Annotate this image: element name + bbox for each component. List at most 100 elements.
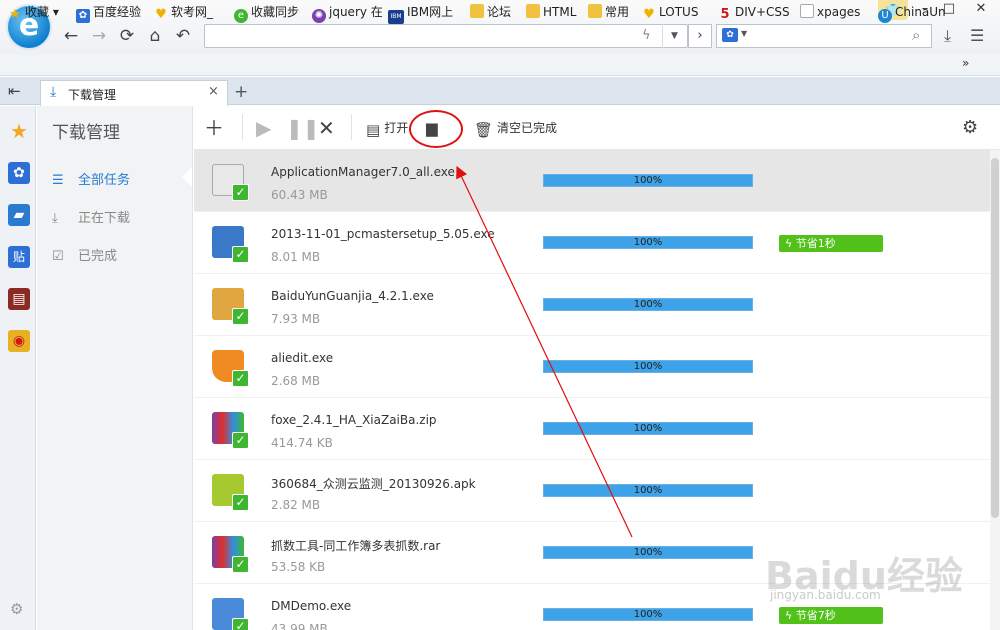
bookmark-item[interactable]: xpages bbox=[800, 3, 860, 21]
tab-title: 下载管理 bbox=[68, 88, 117, 102]
book-icon[interactable]: ▤ bbox=[8, 288, 30, 310]
settings-icon[interactable]: ⚙ bbox=[10, 600, 23, 618]
folder-icon bbox=[470, 4, 484, 18]
progress-text: 100% bbox=[633, 547, 663, 558]
progress-bar: 100% bbox=[543, 484, 753, 497]
nav-completed[interactable]: ☑ 已完成 bbox=[52, 245, 117, 264]
download-row[interactable]: ✓ ApplicationManager7.0_all.exe 60.43 MB 10… bbox=[194, 150, 990, 212]
scrollbar-thumb[interactable] bbox=[991, 158, 999, 518]
page-icon bbox=[800, 4, 814, 18]
progress-text: 100% bbox=[633, 423, 663, 434]
divider bbox=[351, 114, 352, 140]
page-title: 下载管理 bbox=[52, 123, 120, 143]
undo-icon[interactable]: ↶ bbox=[172, 25, 194, 47]
file-name: BaiduYunGuanjia_4.2.1.exe bbox=[271, 289, 434, 303]
download-icon[interactable]: ⤓ bbox=[944, 26, 951, 46]
close-window-icon[interactable]: ✕ bbox=[970, 0, 992, 20]
nav-all-tasks[interactable]: ☰ 全部任务 bbox=[52, 169, 130, 188]
folder-icon bbox=[526, 4, 540, 18]
check-icon: ✓ bbox=[232, 184, 249, 201]
search-icon[interactable]: ⌕ bbox=[912, 26, 920, 44]
progress-bar: 100% bbox=[543, 608, 753, 621]
search-input[interactable] bbox=[716, 24, 932, 48]
pause-icon[interactable]: ❚❚ bbox=[286, 116, 320, 140]
delete-icon[interactable]: ✕ bbox=[318, 116, 335, 140]
file-size: 7.93 MB bbox=[271, 312, 321, 326]
download-row[interactable]: ✓ 2013-11-01_pcmastersetup_5.05.exe 8.01 M… bbox=[194, 212, 990, 274]
baidu-icon[interactable]: ✿ bbox=[8, 162, 30, 184]
search-engine-dropdown-icon[interactable]: ▼ bbox=[741, 29, 747, 38]
photo-icon[interactable]: ▰ bbox=[8, 204, 30, 226]
lightning-icon[interactable]: ϟ bbox=[642, 28, 651, 43]
check-icon: ✓ bbox=[232, 308, 249, 325]
bookmark-item[interactable]: e 收藏同步 bbox=[234, 3, 299, 23]
file-name: 2013-11-01_pcmastersetup_5.05.exe bbox=[271, 227, 495, 241]
document-icon: ▤ bbox=[366, 121, 381, 139]
go-icon[interactable]: › bbox=[688, 24, 712, 48]
refresh-icon[interactable]: ⟳ bbox=[116, 25, 138, 47]
back-icon[interactable]: ← bbox=[60, 25, 82, 47]
bookmark-folder[interactable]: HTML bbox=[526, 3, 576, 21]
bookmark-item[interactable]: ✿ 百度经验 bbox=[76, 3, 141, 23]
sidebar-toggle-icon[interactable]: ⇤ bbox=[8, 82, 21, 100]
download-row[interactable]: ✓ aliedit.exe 2.68 MB 100% bbox=[194, 336, 990, 398]
download-row[interactable]: ✓ 360684_众测云监测_20130926.apk 2.82 MB 100% bbox=[194, 460, 990, 522]
lightning-icon: ϟ bbox=[785, 609, 796, 622]
menu-icon[interactable]: ☰ bbox=[970, 26, 984, 45]
file-size: 8.01 MB bbox=[271, 250, 321, 264]
settings-icon[interactable]: ⚙ bbox=[962, 116, 978, 140]
bookmark-folder[interactable]: 常用 bbox=[588, 3, 629, 21]
bookmark-item[interactable]: U ChinaUn bbox=[878, 3, 946, 23]
checkbox-icon: ☑ bbox=[52, 249, 64, 264]
lightning-icon: ϟ bbox=[785, 237, 796, 250]
bookmark-item[interactable]: ♥ 软考网_ bbox=[154, 3, 213, 22]
trash-icon: 🗑 bbox=[474, 121, 494, 139]
progress-bar: 100% bbox=[543, 236, 753, 249]
search-engine-icon[interactable]: ✿ bbox=[722, 28, 738, 42]
forward-icon[interactable]: → bbox=[88, 25, 110, 47]
download-icon: ⤓ bbox=[52, 211, 58, 226]
bookmark-item[interactable]: ✺ jquery 在 bbox=[312, 3, 383, 23]
add-icon[interactable]: ＋ bbox=[204, 116, 224, 140]
bookmark-favorites[interactable]: ★ 收藏 ▾ bbox=[8, 3, 59, 22]
progress-text: 100% bbox=[633, 361, 663, 372]
progress-text: 100% bbox=[633, 175, 663, 186]
file-name: DMDemo.exe bbox=[271, 599, 352, 613]
tieba-icon[interactable]: 贴 bbox=[8, 246, 30, 268]
progress-text: 100% bbox=[633, 299, 663, 310]
clear-completed-button[interactable]: 🗑 清空已完成 bbox=[474, 116, 557, 140]
open-file-button[interactable]: ▤ 打开 bbox=[366, 116, 408, 140]
close-tab-icon[interactable]: × bbox=[208, 84, 219, 99]
star-icon: ★ bbox=[9, 7, 21, 22]
folder-icon bbox=[588, 4, 602, 18]
file-name: ApplicationManager7.0_all.exe bbox=[271, 165, 455, 179]
download-row[interactable]: ✓ BaiduYunGuanjia_4.2.1.exe 7.93 MB 100% bbox=[194, 274, 990, 336]
check-icon: ✓ bbox=[232, 432, 249, 449]
file-name: 360684_众测云监测_20130926.apk bbox=[271, 477, 476, 491]
play-icon[interactable]: ▶ bbox=[256, 116, 271, 140]
check-icon: ✓ bbox=[232, 370, 249, 387]
download-row[interactable]: ✓ foxe_2.4.1_HA_XiaZaiBa.zip 414.74 KB 100% bbox=[194, 398, 990, 460]
address-bar[interactable] bbox=[204, 24, 688, 48]
file-name: foxe_2.4.1_HA_XiaZaiBa.zip bbox=[271, 413, 437, 427]
nav-downloading[interactable]: ⤓ 正在下载 bbox=[52, 207, 130, 226]
bookmark-item[interactable]: 5 DIV+CSS bbox=[718, 3, 789, 22]
nav-pointer bbox=[182, 167, 192, 187]
divider bbox=[242, 114, 243, 140]
new-tab-icon[interactable]: + bbox=[234, 82, 248, 102]
progress-text: 100% bbox=[633, 237, 663, 248]
bookmarks-more-icon[interactable]: » bbox=[962, 56, 969, 70]
favorites-icon[interactable]: ★ bbox=[8, 120, 30, 142]
weibo-icon[interactable]: ◉ bbox=[8, 330, 30, 352]
bookmark-folder[interactable]: 论坛 bbox=[470, 3, 511, 21]
file-size: 414.74 KB bbox=[271, 436, 333, 450]
jquery-icon: ✺ bbox=[312, 9, 326, 23]
bookmark-item[interactable]: IBM IBM网上 bbox=[388, 3, 453, 24]
address-dropdown-icon[interactable]: ▼ bbox=[662, 24, 686, 48]
5-icon: 5 bbox=[720, 7, 730, 22]
ibm-icon: IBM bbox=[388, 10, 404, 24]
annotation-circle bbox=[409, 110, 463, 148]
progress-bar: 100% bbox=[543, 546, 753, 559]
bookmark-item[interactable]: ♥ LOTUS bbox=[642, 3, 698, 22]
home-icon[interactable]: ⌂ bbox=[144, 25, 166, 47]
